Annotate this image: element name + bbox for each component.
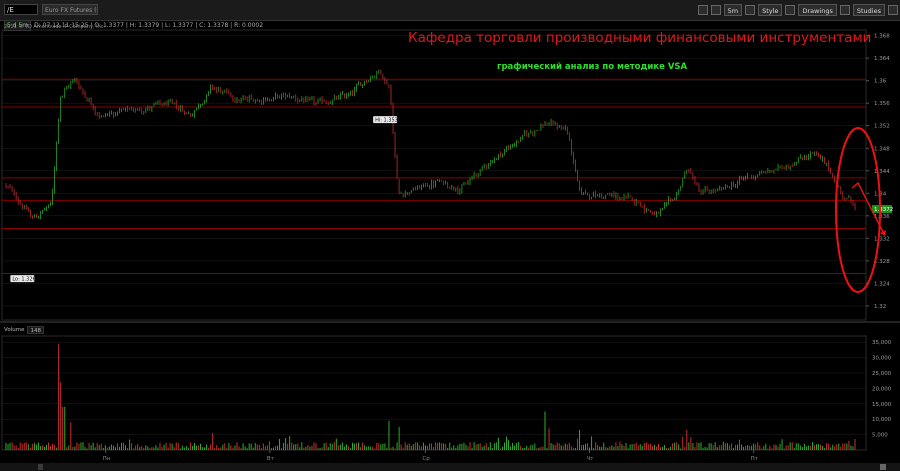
time-tick-label: Вт (267, 456, 275, 462)
volume-value: 148 (27, 326, 44, 334)
studies-icon[interactable] (839, 5, 850, 15)
time-tick-label: Пт (751, 456, 759, 462)
overlay-title: Кафедра торговли производными финансовым… (408, 30, 872, 46)
time-axis: Пн Вт Ср Чт Пт (0, 450, 900, 471)
overlay-subtitle: графический анализ по методике VSA (497, 62, 688, 72)
settings-icon[interactable] (697, 5, 708, 15)
link-icon[interactable] (888, 5, 898, 15)
symbol-description: Euro FX Futures (CME) (GBOX-11) (42, 4, 98, 15)
price-pane-border (1, 29, 867, 321)
volume-tick-label: 15,000 (872, 402, 892, 408)
grid-icon[interactable] (710, 5, 721, 15)
time-tick-label: Ср (422, 456, 430, 462)
price-tick-label: 1.324 (874, 281, 890, 287)
chart-canvas: 1.3681.3641.361.3561.3521.3481.3441.341.… (0, 29, 900, 471)
high-label: Hi: 1.353 (375, 118, 398, 124)
price-tick-label: 1.32 (874, 304, 886, 310)
volume-name: Volume (4, 327, 25, 333)
price-tick-label: 1.36 (874, 79, 887, 85)
scrollbar-thumb (38, 464, 43, 470)
volume-axis: 35,000 30,000 25,000 20,000 15,000 10,000 5,00… (872, 340, 892, 438)
price-tick-label: 1.332 (874, 236, 890, 242)
pencil-icon[interactable] (785, 5, 796, 15)
time-tick-label: Чт (587, 456, 595, 462)
price-tick-label: 1.368 (874, 34, 890, 40)
chart-toolbar: /E Euro FX Futures (CME) (GBOX-11) 5m St… (0, 0, 900, 21)
current-price-label: 1.3372 (874, 207, 893, 213)
drawings-button[interactable]: Drawings (798, 4, 837, 16)
price-candles (5, 69, 856, 220)
price-tick-label: 1.356 (874, 101, 890, 107)
volume-tick-label: 30,000 (872, 356, 892, 362)
style-button[interactable]: Style (758, 4, 783, 16)
volume-pane-border (1, 335, 867, 451)
volume-grid (0, 321, 900, 451)
volume-pane-label: Volume 148 (4, 326, 44, 334)
aggregation-button[interactable]: 5m (723, 4, 743, 16)
symbol-field[interactable]: /E (4, 4, 38, 15)
price-tick-label: 1.348 (874, 146, 890, 152)
scroll-right-arrow (880, 464, 886, 470)
volume-tick-label: 35,000 (872, 340, 892, 346)
time-tick-label: Пн (103, 456, 111, 462)
volume-bars (5, 343, 856, 450)
volume-tick-label: 20,000 (872, 386, 892, 392)
chart-type-icon[interactable] (745, 5, 756, 15)
price-tick-label: 1.364 (874, 56, 890, 62)
horizontal-scrollbar (0, 463, 900, 471)
volume-tick-label: 10,000 (872, 417, 892, 423)
toolbar-right: 5m Style Drawings Studies (697, 3, 898, 17)
copyright-text: 2011 © TD Ameritrade IP Company, Inc. (4, 24, 106, 30)
volume-tick-label: 25,000 (872, 371, 892, 377)
volume-tick-label: 5,000 (872, 433, 888, 439)
annotations: Hi: 1.353 Lo: 1.326 1.3372 (10, 116, 893, 293)
price-tick-label: 1.352 (874, 124, 890, 130)
price-grid (1, 29, 867, 321)
low-label: Lo: 1.326 (12, 277, 35, 283)
studies-button[interactable]: Studies (852, 4, 885, 16)
